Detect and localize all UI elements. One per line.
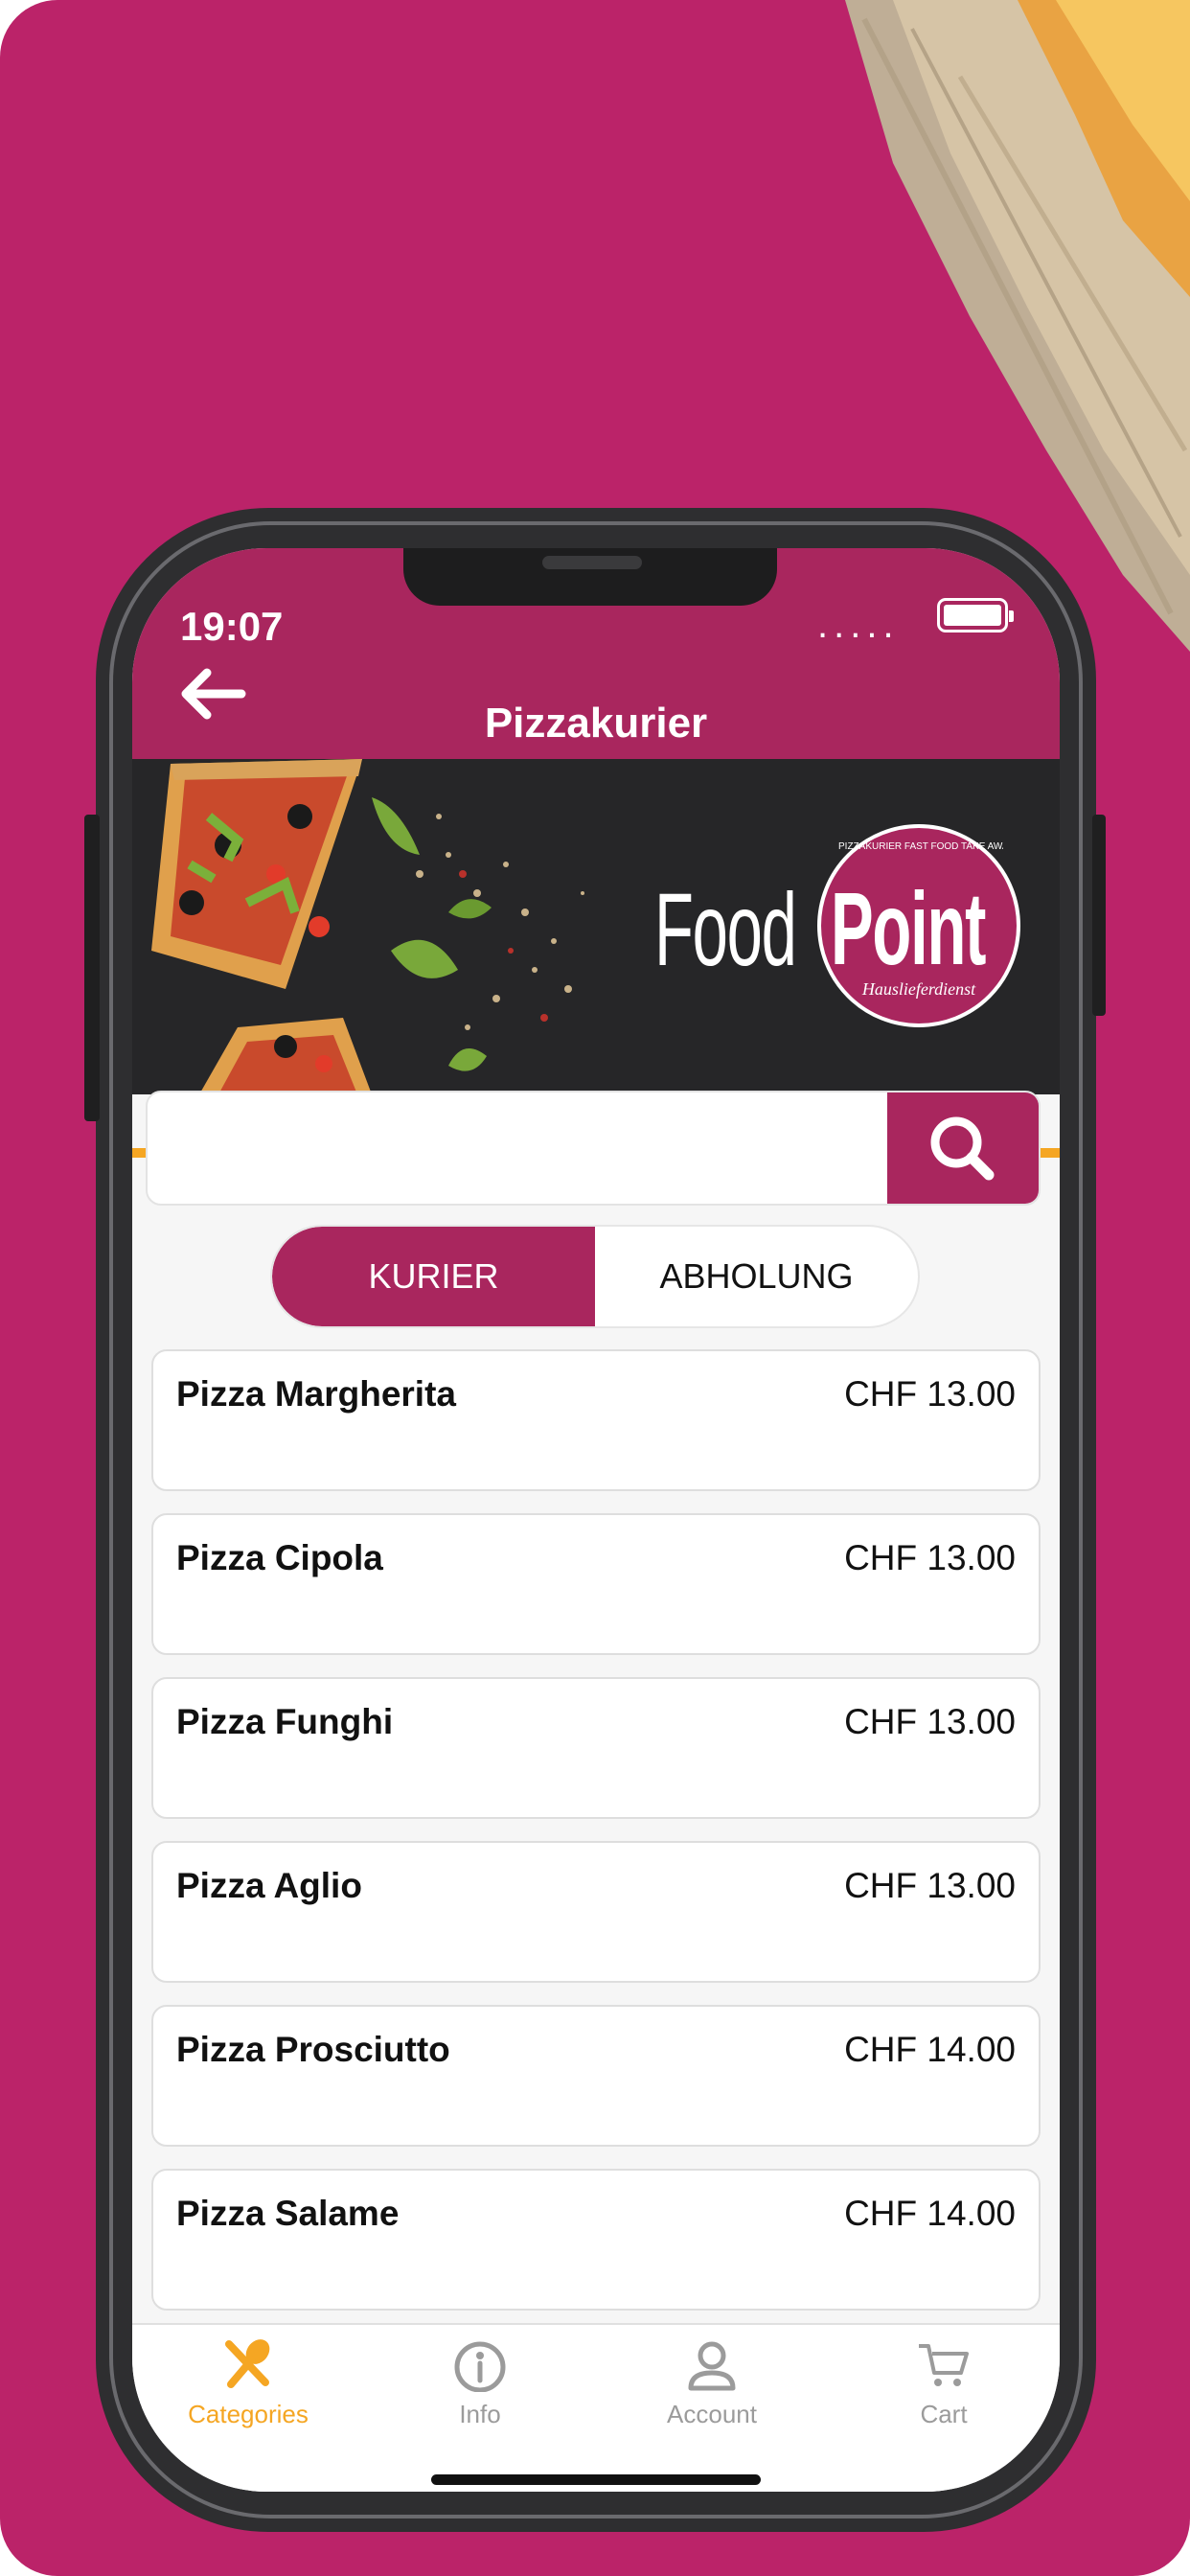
app-header: 19:07 ..... Pizzakurier (132, 548, 1060, 759)
menu-item-card[interactable]: Pizza Prosciutto CHF 14.00 (151, 2005, 1041, 2147)
menu-item-name: Pizza Margherita (176, 1374, 456, 1414)
menu-item-price: CHF 14.00 (844, 2030, 1016, 2069)
menu-item-price: CHF 13.00 (844, 1702, 1016, 1741)
search-input[interactable] (148, 1092, 889, 1204)
menu-item-name: Pizza Funghi (176, 1702, 394, 1741)
menu-item-card[interactable]: Pizza Salame CHF 14.00 (151, 2169, 1041, 2311)
utensils-icon (225, 2339, 270, 2388)
tab-cart[interactable]: Cart (828, 2325, 1060, 2440)
info-icon (454, 2341, 506, 2392)
tab-label: Categories (188, 2400, 309, 2428)
tab-account[interactable]: Account (596, 2325, 828, 2440)
menu-item-name: Pizza Salame (176, 2194, 400, 2233)
badge-circle: Point PIZZAKURIER FAST FOOD TAKE AWAY Ha… (817, 824, 1020, 1027)
phone-power-button (1092, 815, 1106, 1016)
menu-item-card[interactable]: Pizza Aglio CHF 13.00 (151, 1841, 1041, 1983)
status-time: 19:07 (180, 604, 284, 649)
menu-item-card[interactable]: Pizza Cipola CHF 13.00 (151, 1513, 1041, 1655)
tab-label: Account (667, 2400, 757, 2428)
menu-item-name: Pizza Cipola (176, 1538, 383, 1577)
page-title: Pizzakurier (484, 700, 708, 747)
delivery-mode-toggle: KURIER ABHOLUNG (270, 1225, 920, 1328)
tab-label: Cart (920, 2400, 968, 2428)
tab-abholung[interactable]: ABHOLUNG (595, 1227, 918, 1326)
home-indicator (431, 2474, 761, 2485)
restaurant-banner: Food Point PIZZAKURIER FAST FOOD TAKE AW… (132, 759, 1060, 1094)
search-bar (146, 1091, 1041, 1206)
tab-info[interactable]: Info (364, 2325, 596, 2440)
menu-item-card[interactable]: Pizza Margherita CHF 13.00 (151, 1349, 1041, 1491)
search-icon (930, 1116, 995, 1181)
menu-item-price: CHF 13.00 (844, 1374, 1016, 1414)
battery-icon (937, 598, 1014, 632)
cart-icon (919, 2344, 969, 2386)
signal-icon: ..... (817, 604, 900, 646)
account-icon (688, 2341, 736, 2391)
bottom-tab-bar: Categories Info Account Cart (132, 2323, 1060, 2492)
menu-item-price: CHF 13.00 (844, 1538, 1016, 1577)
phone-side-button (84, 815, 100, 1121)
menu-item-card[interactable]: Pizza Funghi CHF 13.00 (151, 1677, 1041, 1819)
search-button[interactable] (887, 1092, 1039, 1204)
menu-item-price: CHF 14.00 (844, 2194, 1016, 2233)
menu-item-name: Pizza Prosciutto (176, 2030, 450, 2069)
food-point-logo: Food Point PIZZAKURIER FAST FOOD TAKE AW… (654, 816, 1038, 1037)
menu-item-price: CHF 13.00 (844, 1866, 1016, 1905)
tab-label: Info (459, 2400, 501, 2428)
app-screen: 19:07 ..... Pizzakurier Food Point PIZZA… (132, 548, 1060, 2492)
tab-kurier[interactable]: KURIER (272, 1227, 595, 1326)
tab-categories[interactable]: Categories (132, 2325, 364, 2440)
notch (403, 548, 777, 606)
menu-item-name: Pizza Aglio (176, 1866, 362, 1905)
